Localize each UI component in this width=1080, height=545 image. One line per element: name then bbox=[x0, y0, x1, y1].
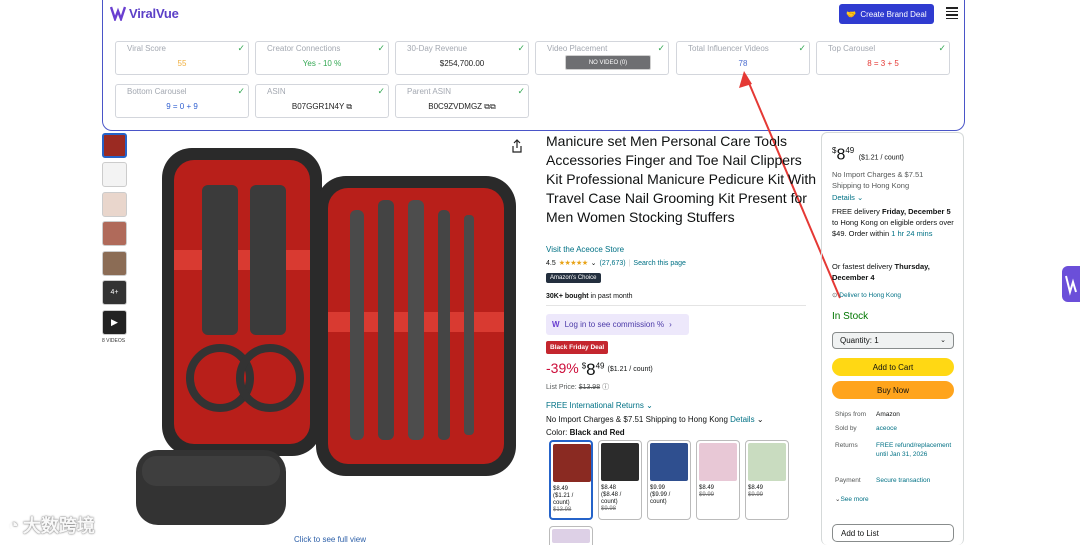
chevron-down-icon: ⌄ bbox=[857, 193, 864, 202]
quantity-select[interactable]: Quantity: 1 ⌄ bbox=[832, 332, 954, 349]
color-swatch[interactable]: $8.48 ($8.48 / count) $9.98 bbox=[598, 440, 642, 520]
stock-status: In Stock bbox=[832, 311, 869, 322]
share-icon[interactable] bbox=[511, 139, 523, 153]
product-image[interactable] bbox=[132, 140, 532, 532]
star-rating-icon[interactable]: ★★★★★ bbox=[559, 259, 588, 267]
returns-link[interactable]: FREE refund/replacement until Jan 31, 20… bbox=[876, 441, 956, 459]
video-thumb[interactable]: ▶ bbox=[102, 310, 127, 335]
gallery-thumb[interactable] bbox=[102, 251, 127, 276]
free-returns-link[interactable]: FREE International Returns ⌄ bbox=[546, 401, 653, 410]
deliver-to-link[interactable]: ⊙ Deliver to Hong Kong bbox=[832, 290, 901, 301]
seller-link[interactable]: aceoce bbox=[876, 424, 956, 433]
import-shipping-info: No Import Charges & $7.51 Shipping to Ho… bbox=[546, 415, 764, 424]
add-to-list-button[interactable]: Add to List bbox=[832, 524, 954, 542]
location-pin-icon: ⊙ bbox=[832, 292, 838, 299]
color-label: Color: Black and Red bbox=[546, 428, 625, 437]
import-line-1: No Import Charges & $7.51 bbox=[832, 170, 924, 179]
list-price: List Price: $13.98 ⓘ bbox=[546, 384, 610, 391]
details-link[interactable]: Details ⌄ bbox=[832, 192, 863, 203]
details-link[interactable]: Details bbox=[730, 415, 754, 424]
see-full-view-link[interactable]: Click to see full view bbox=[294, 535, 366, 544]
color-swatch[interactable]: $8.49 $9.99 bbox=[696, 440, 740, 520]
divider bbox=[546, 305, 806, 306]
gallery-thumb-more[interactable]: 4+ bbox=[102, 280, 127, 305]
viralvue-logo-icon bbox=[1065, 275, 1077, 296]
chevron-right-icon: › bbox=[669, 320, 672, 329]
fastest-delivery: Or fastest delivery Thursday, December 4 bbox=[832, 262, 930, 282]
reviews-count-link[interactable]: (27,673) bbox=[600, 260, 626, 267]
gallery-thumb[interactable] bbox=[102, 192, 127, 217]
watermark-text: 大数跨境 bbox=[22, 516, 95, 536]
color-swatch[interactable]: $8.49 $9.99 bbox=[745, 440, 789, 520]
bought-bold: 30K+ bought bbox=[546, 293, 589, 300]
commission-button[interactable]: W Log in to see commission % › bbox=[546, 314, 689, 335]
bought-count: 30K+ bought in past month bbox=[546, 293, 633, 300]
viralvue-icon: W bbox=[552, 320, 560, 329]
store-link[interactable]: Visit the Aceoce Store bbox=[546, 245, 624, 254]
color-swatch[interactable]: $9.99 ($9.99 / count) bbox=[647, 440, 691, 520]
thumb-more-label: 4+ bbox=[110, 289, 119, 296]
buybox-price: $849 ($1.21 / count) bbox=[832, 146, 904, 164]
chevron-down-icon: ⌄ bbox=[756, 415, 764, 424]
discount-percent: -39% bbox=[546, 360, 579, 376]
import-line-2: Shipping to Hong Kong bbox=[832, 181, 910, 190]
watermark: ◔ 大数跨境 bbox=[8, 512, 95, 538]
play-icon: ▶ bbox=[111, 317, 118, 327]
search-page-link[interactable]: Search this page bbox=[633, 260, 686, 267]
commission-label: Log in to see commission % bbox=[564, 320, 665, 329]
bought-rest: in past month bbox=[588, 293, 633, 300]
chevron-down-icon: ⌄ bbox=[940, 337, 946, 344]
videos-count: 8 VIDEOS bbox=[102, 338, 126, 344]
price-row: -39% $849 ($1.21 / count) bbox=[546, 360, 653, 380]
deal-badge: Black Friday Deal bbox=[546, 341, 609, 354]
add-to-cart-button[interactable]: Add to Cart bbox=[832, 358, 954, 376]
color-swatch[interactable] bbox=[549, 526, 593, 545]
viralvue-side-tab[interactable] bbox=[1062, 266, 1080, 302]
info-icon[interactable]: ⓘ bbox=[602, 384, 609, 391]
buy-box: $849 ($1.21 / count) No Import Charges &… bbox=[821, 132, 964, 545]
chevron-down-icon[interactable]: ⌄ bbox=[591, 259, 597, 267]
rating-row: 4.5 ★★★★★ ⌄ (27,673) | Search this page bbox=[546, 259, 686, 268]
product-title: Manicure set Men Personal Care Tools Acc… bbox=[546, 133, 816, 225]
unit-price: ($1.21 / count) bbox=[607, 366, 653, 373]
price: $849 bbox=[581, 360, 605, 379]
gallery-thumb[interactable] bbox=[102, 133, 127, 158]
rating-value: 4.5 bbox=[546, 259, 556, 267]
chevron-down-icon: ⌄ bbox=[646, 401, 653, 410]
delivery-info: FREE delivery Friday, December 5 to Hong… bbox=[832, 207, 954, 238]
color-swatch[interactable]: $8.49 ($1.21 / count) $13.98 bbox=[549, 440, 593, 520]
watermark-logo-icon: ◔ bbox=[8, 514, 19, 535]
see-more-link[interactable]: ⌄See more bbox=[835, 495, 869, 504]
gallery-thumb[interactable] bbox=[102, 162, 127, 187]
payment-link[interactable]: Secure transaction bbox=[876, 476, 956, 485]
buy-now-button[interactable]: Buy Now bbox=[832, 381, 954, 399]
amazons-choice-badge: Amazon's Choice bbox=[546, 273, 601, 283]
gallery-thumb[interactable] bbox=[102, 221, 127, 246]
